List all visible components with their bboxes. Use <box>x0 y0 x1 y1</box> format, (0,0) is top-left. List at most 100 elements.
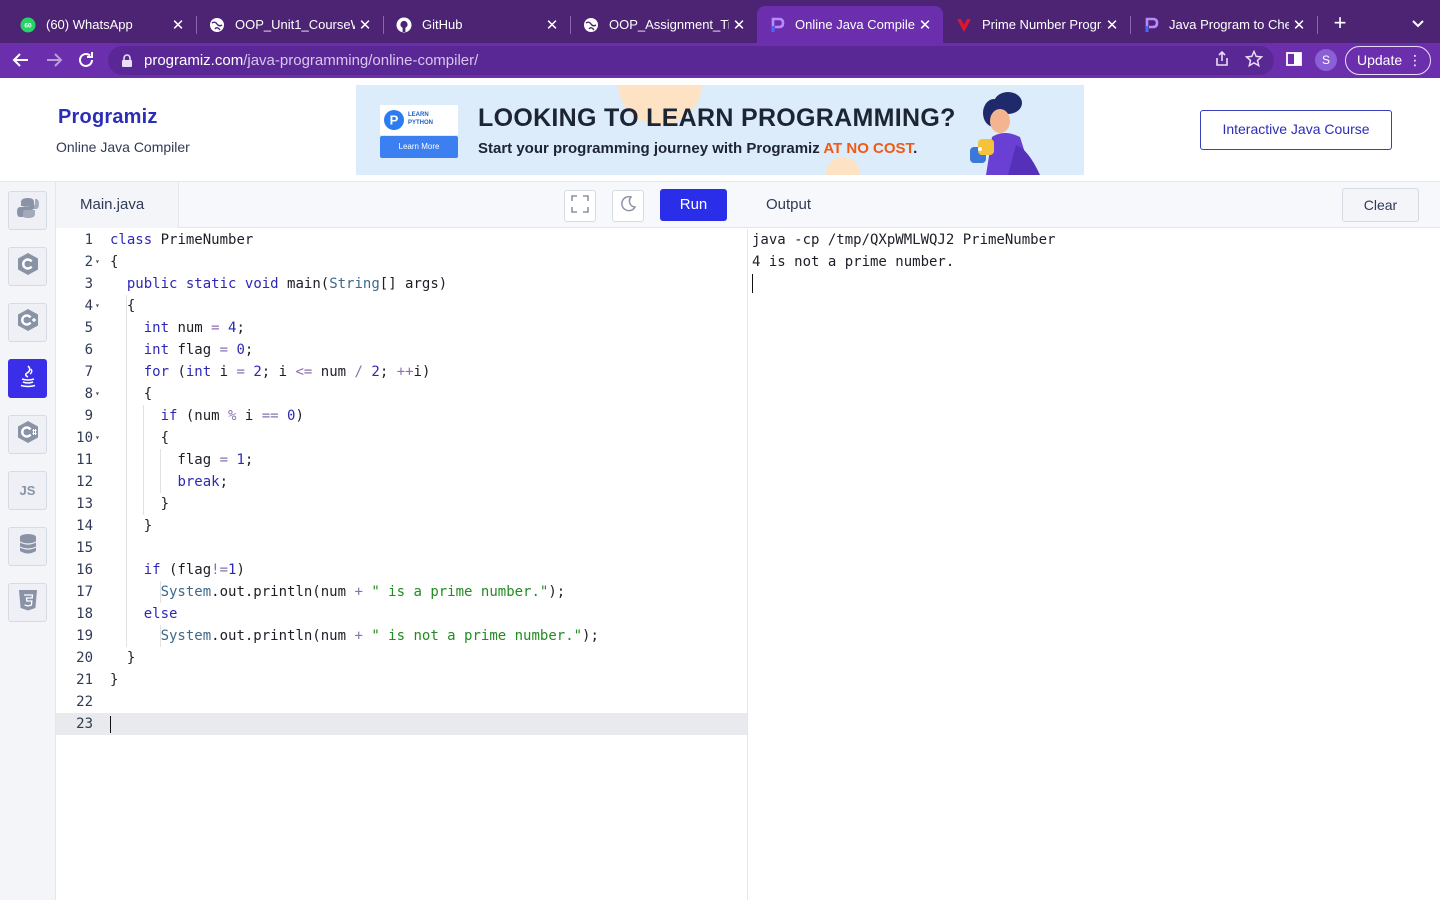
code-text: if (num % i == 0) <box>160 408 304 424</box>
line-number: 14 <box>76 518 93 534</box>
banner-subtext-main: Start your programming journey with Prog… <box>478 140 824 157</box>
fold-toggle-icon[interactable]: ▾ <box>95 383 100 405</box>
tab-close-icon[interactable]: ✕ <box>1102 16 1122 34</box>
browser-tab-active[interactable]: Online Java Compiler ✕ <box>757 6 943 43</box>
indent-guide <box>143 405 144 515</box>
code-line: 3 public static void main(String[] args) <box>56 273 747 295</box>
address-bar[interactable]: programiz.com/java-programming/online-co… <box>108 46 1274 75</box>
code-text: break; <box>177 474 229 490</box>
sidebar-item-java[interactable] <box>8 359 47 398</box>
line-number: 6 <box>84 342 93 358</box>
tab-close-icon[interactable]: ✕ <box>915 16 935 34</box>
tab-close-icon[interactable]: ✕ <box>1289 16 1309 34</box>
output-line: java -cp /tmp/QXpWMLWQJ2 PrimeNumber <box>752 232 1056 248</box>
line-number: 16 <box>76 562 93 578</box>
learn-python-badge: P LEARN PYTHON <box>380 105 458 135</box>
browser-tab[interactable]: Prime Number Progra ✕ <box>944 6 1130 43</box>
line-number: 21 <box>76 672 93 688</box>
indent-guide <box>160 625 161 647</box>
code-line: 15 <box>56 537 747 559</box>
reload-icon[interactable] <box>75 49 97 71</box>
code-text: public static void main(String[] args) <box>126 276 448 292</box>
ad-banner[interactable]: P LEARN PYTHON Learn More LOOKING TO LEA… <box>356 85 1084 175</box>
sidebar-item-c[interactable] <box>8 247 47 286</box>
browser-tab[interactable]: GitHub ✕ <box>384 6 570 43</box>
profile-avatar[interactable]: S <box>1315 49 1337 71</box>
run-button[interactable]: Run <box>660 189 727 221</box>
forward-arrow-icon[interactable] <box>43 49 65 71</box>
code-editor[interactable]: 1 class PrimeNumber 2 ▾{ 3 public static v… <box>56 229 748 900</box>
programiz-logo[interactable]: Programiz <box>58 106 158 129</box>
tab-title: OOP_Unit1_CourseW <box>235 17 355 32</box>
tab-close-icon[interactable]: ✕ <box>168 16 188 34</box>
browser-tab-bar: 60 (60) WhatsApp ✕ OOP_Unit1_CourseW ✕ G… <box>0 0 1440 43</box>
code-line: 18 else <box>56 603 747 625</box>
programiz-icon <box>1143 17 1159 33</box>
browser-tab[interactable]: Java Program to Chec ✕ <box>1131 6 1317 43</box>
banner-highlight: AT NO COST <box>823 140 914 157</box>
browser-tab[interactable]: 60 (60) WhatsApp ✕ <box>8 6 196 43</box>
tab-separator <box>1317 16 1318 34</box>
code-text: int flag = 0; <box>143 342 254 358</box>
fullscreen-button[interactable] <box>564 190 596 222</box>
browser-tab[interactable]: OOP_Assignment_Tit ✕ <box>571 6 757 43</box>
code-text: for (int i = 2; i <= num / 2; ++i) <box>143 364 431 380</box>
browser-tab[interactable]: OOP_Unit1_CourseW ✕ <box>197 6 383 43</box>
line-number: 2 <box>84 254 93 270</box>
sidebar-item-javascript[interactable]: JS <box>8 471 47 510</box>
badge-line-2: PYTHON <box>408 120 434 126</box>
sidebar-item-html[interactable] <box>8 583 47 622</box>
bookmark-star-icon[interactable] <box>1244 49 1264 68</box>
fold-toggle-icon[interactable]: ▾ <box>95 251 100 273</box>
dark-mode-button[interactable] <box>612 190 644 222</box>
sidebar-item-sql[interactable] <box>8 527 47 566</box>
clear-button[interactable]: Clear <box>1342 188 1419 222</box>
tab-close-icon[interactable]: ✕ <box>355 16 375 34</box>
code-line: 16 if (flag!=1) <box>56 559 747 581</box>
output-console[interactable]: java -cp /tmp/QXpWMLWQJ2 PrimeNumber 4 i… <box>748 229 1440 900</box>
line-number: 18 <box>76 606 93 622</box>
code-text: { <box>110 298 136 314</box>
code-line: 2 ▾ { <box>56 251 747 273</box>
code-text: { <box>110 430 170 446</box>
side-panel-icon[interactable] <box>1285 50 1303 68</box>
learn-more-button[interactable]: Learn More <box>380 136 458 158</box>
database-icon <box>16 532 40 561</box>
interactive-java-course-button[interactable]: Interactive Java Course <box>1200 110 1392 150</box>
fold-toggle-icon[interactable]: ▾ <box>95 295 100 317</box>
code-line: 7 for (int i = 2; i <= num / 2; ++i) <box>56 361 747 383</box>
menu-dots-icon[interactable]: ⋮ <box>1408 47 1422 74</box>
line-number: 12 <box>76 474 93 490</box>
sidebar-item-csharp[interactable] <box>8 415 47 454</box>
code-line: 9 if (num % i == 0) <box>56 405 747 427</box>
line-number: 22 <box>76 694 93 710</box>
code-text: else <box>143 606 178 622</box>
c-icon <box>16 252 40 281</box>
page-header: Programiz Online Java Compiler P LEARN P… <box>0 78 1440 182</box>
code-line: 14 } <box>56 515 747 537</box>
share-icon[interactable] <box>1213 50 1231 68</box>
badge-line-1: LEARN <box>408 112 429 118</box>
page-subtitle: Online Java Compiler <box>56 139 190 155</box>
code-line: 4 ▾ { <box>56 295 747 317</box>
code-text: flag = 1; <box>110 452 254 468</box>
vercel-icon <box>956 17 972 33</box>
new-tab-plus-icon[interactable]: + <box>1329 12 1351 34</box>
tab-close-icon[interactable]: ✕ <box>542 16 562 34</box>
sidebar-item-cpp[interactable] <box>8 303 47 342</box>
update-button[interactable]: Update ⋮ <box>1345 46 1431 75</box>
indent-guide <box>160 581 161 603</box>
whatsapp-icon: 60 <box>20 17 36 33</box>
tab-close-icon[interactable]: ✕ <box>729 16 749 34</box>
sidebar-item-python[interactable] <box>8 191 47 230</box>
js-icon: JS <box>19 483 36 498</box>
code-line: 13 } <box>56 493 747 515</box>
tab-search-chevron-icon[interactable] <box>1408 14 1428 34</box>
back-arrow-icon[interactable] <box>10 49 32 71</box>
file-tab-main-java[interactable]: Main.java <box>56 182 179 228</box>
html5-icon <box>16 588 40 617</box>
fold-toggle-icon[interactable]: ▾ <box>95 427 100 449</box>
url-host: programiz.com <box>144 52 244 69</box>
code-line: 6 int flag = 0; <box>56 339 747 361</box>
code-text: int num = 4; <box>143 320 245 336</box>
